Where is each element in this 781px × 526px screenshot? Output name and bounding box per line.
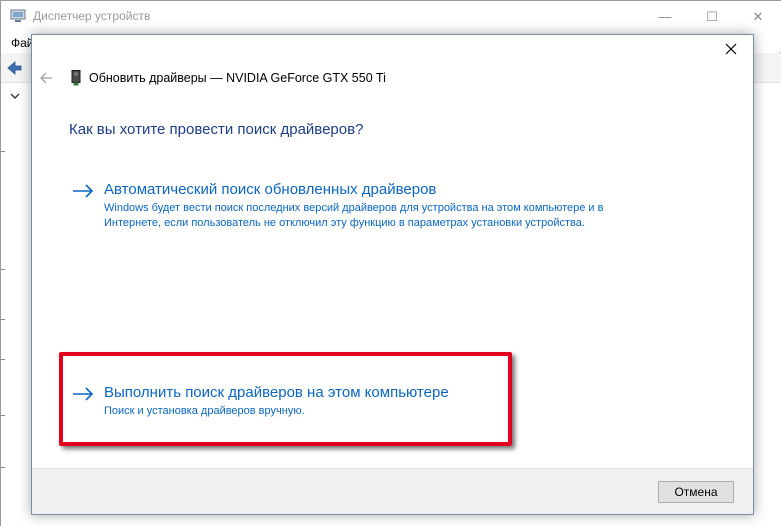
back-arrow-icon[interactable] — [39, 71, 53, 85]
chevron-down-icon[interactable] — [9, 91, 21, 101]
close-icon: ✕ — [752, 8, 764, 24]
dialog-footer — [32, 468, 753, 514]
cancel-button[interactable]: Отмена — [658, 481, 734, 503]
device-manager-titlebar: Диспетчер устройств — ☐ ✕ — [1, 1, 781, 32]
minimize-icon: — — [658, 9, 672, 24]
tree-line — [1, 415, 5, 416]
maximize-icon: ☐ — [706, 8, 718, 24]
tree-line — [1, 269, 5, 270]
red-highlight-frame — [59, 352, 512, 446]
option-auto-search-desc-line2: Интернете, если пользователь не отключил… — [104, 217, 585, 229]
update-drivers-dialog: Обновить драйверы — NVIDIA GeForce GTX 5… — [31, 34, 754, 515]
device-manager-app-icon — [10, 9, 26, 22]
maximize-button[interactable]: ☐ — [689, 1, 735, 32]
tree-line — [1, 151, 5, 152]
device-manager-title: Диспетчер устройств — [33, 9, 151, 23]
dialog-title: Обновить драйверы — NVIDIA GeForce GTX 5… — [89, 71, 386, 85]
toolbar-back-icon[interactable] — [5, 59, 23, 77]
arrow-right-icon — [73, 184, 94, 198]
tree-line — [1, 359, 5, 360]
dialog-heading: Как вы хотите провести поиск драйверов? — [69, 121, 364, 138]
option-auto-search-title: Автоматический поиск обновленных драйвер… — [104, 181, 437, 198]
close-window-button[interactable]: ✕ — [735, 1, 781, 32]
tree-line — [1, 319, 5, 320]
option-auto-search-desc-line1: Windows будет вести поиск последних верс… — [104, 202, 604, 214]
close-icon[interactable] — [723, 41, 739, 57]
minimize-button[interactable]: — — [642, 1, 688, 32]
tree-line — [1, 467, 5, 468]
graphics-card-icon — [71, 70, 81, 86]
